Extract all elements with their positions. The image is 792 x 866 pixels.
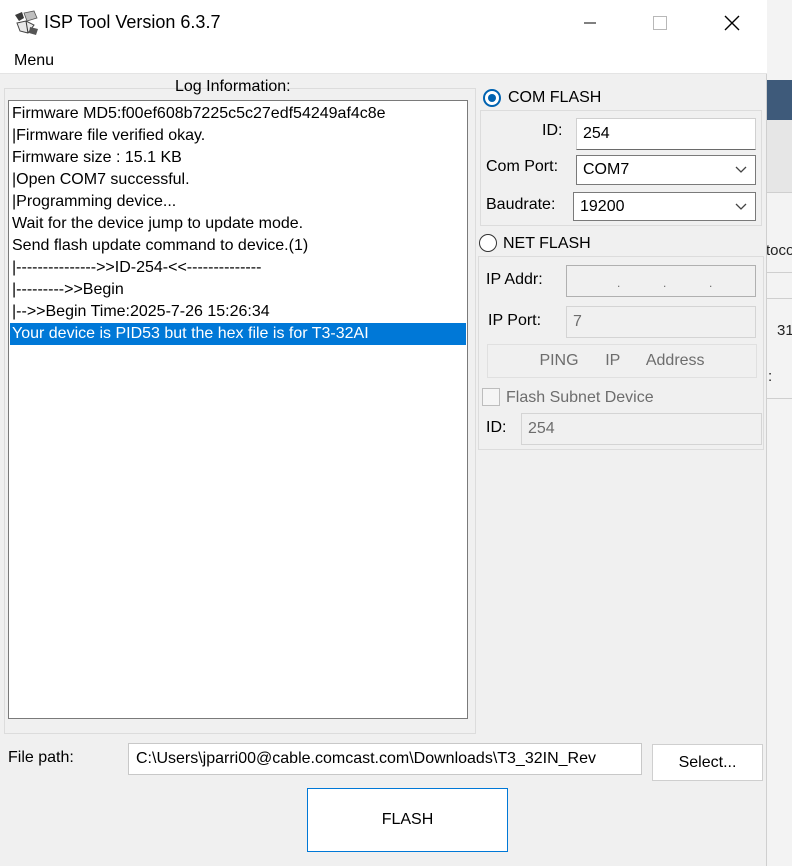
- log-line-selected[interactable]: Your device is PID53 but the hex file is…: [10, 323, 466, 345]
- com-flash-radio[interactable]: [483, 89, 501, 107]
- baudrate-select[interactable]: 19200: [573, 192, 756, 221]
- flash-button[interactable]: FLASH: [307, 788, 508, 852]
- net-flash-label[interactable]: NET FLASH: [503, 235, 591, 253]
- minimize-button[interactable]: [555, 0, 625, 46]
- background-window: toco 31 :: [766, 0, 792, 866]
- minimize-icon: [584, 22, 596, 24]
- net-flash-radio[interactable]: [479, 234, 497, 252]
- close-button[interactable]: [697, 0, 767, 46]
- menu-bar: Menu: [0, 46, 767, 74]
- maximize-button[interactable]: [625, 0, 695, 46]
- baudrate-value: 19200: [580, 197, 625, 215]
- com-port-select[interactable]: COM7: [576, 155, 756, 185]
- net-id-label: ID:: [486, 419, 507, 436]
- log-line[interactable]: Send flash update command to device.(1): [12, 235, 308, 257]
- com-port-value: COM7: [583, 161, 630, 178]
- flash-subnet-checkbox[interactable]: [482, 388, 500, 406]
- log-title: Log Information:: [175, 78, 291, 95]
- maximize-icon: [653, 16, 667, 30]
- window-title: ISP Tool Version 6.3.7: [44, 12, 221, 32]
- baudrate-label: Baudrate:: [486, 196, 556, 213]
- isp-tool-window: ISP Tool Version 6.3.7 Menu Log Informat…: [0, 0, 767, 866]
- log-line[interactable]: |-->>Begin Time:2025-7-26 15:26:34: [12, 301, 270, 323]
- app-logo-icon: [15, 10, 38, 35]
- background-divider: [766, 192, 792, 193]
- menu-item[interactable]: Menu: [14, 52, 54, 70]
- background-panel: [766, 120, 792, 192]
- log-line[interactable]: |Programming device...: [12, 191, 176, 213]
- background-divider: [766, 298, 792, 299]
- ip-separator: .: [617, 276, 621, 290]
- file-path-label: File path:: [8, 749, 74, 766]
- ip-port-input[interactable]: 7: [566, 306, 756, 338]
- ip-addr-label: IP Addr:: [486, 271, 543, 288]
- ip-separator: .: [663, 276, 667, 290]
- log-line[interactable]: |Open COM7 successful.: [12, 169, 190, 191]
- chevron-down-icon: [735, 203, 747, 210]
- background-text: toco: [766, 242, 792, 259]
- ip-port-label: IP Port:: [488, 312, 542, 329]
- log-line[interactable]: Wait for the device jump to update mode.: [12, 213, 303, 235]
- background-text: :: [768, 368, 773, 385]
- com-id-input[interactable]: 254: [576, 118, 756, 150]
- log-line[interactable]: Firmware size : 15.1 KB: [12, 147, 182, 169]
- background-text: 31: [777, 322, 792, 339]
- ip-separator: .: [709, 276, 713, 290]
- background-toolbar: [766, 80, 792, 120]
- flash-subnet-label[interactable]: Flash Subnet Device: [506, 389, 654, 407]
- title-bar[interactable]: ISP Tool Version 6.3.7: [0, 0, 767, 46]
- background-divider: [766, 398, 792, 399]
- log-line[interactable]: Firmware MD5:f00ef608b7225c5c27edf54249a…: [12, 103, 386, 125]
- chevron-down-icon: [735, 166, 747, 173]
- com-id-label: ID:: [542, 122, 563, 139]
- select-file-button[interactable]: Select...: [652, 744, 763, 781]
- com-flash-label[interactable]: COM FLASH: [508, 89, 601, 107]
- com-port-label: Com Port:: [486, 158, 559, 175]
- log-line[interactable]: |--------->>Begin: [12, 279, 124, 301]
- log-line[interactable]: |--------------->>ID-254-<<-------------…: [12, 257, 261, 279]
- close-icon: [724, 15, 740, 31]
- ping-ip-address-button[interactable]: PING IP Address: [487, 344, 757, 378]
- log-line[interactable]: |Firmware file verified okay.: [12, 125, 205, 147]
- background-divider: [766, 272, 792, 273]
- file-path-input[interactable]: C:\Users\jparri00@cable.comcast.com\Down…: [128, 743, 642, 775]
- ip-address-input[interactable]: . . .: [566, 265, 756, 297]
- log-list[interactable]: Firmware MD5:f00ef608b7225c5c27edf54249a…: [8, 100, 468, 719]
- net-id-input[interactable]: 254: [521, 413, 762, 445]
